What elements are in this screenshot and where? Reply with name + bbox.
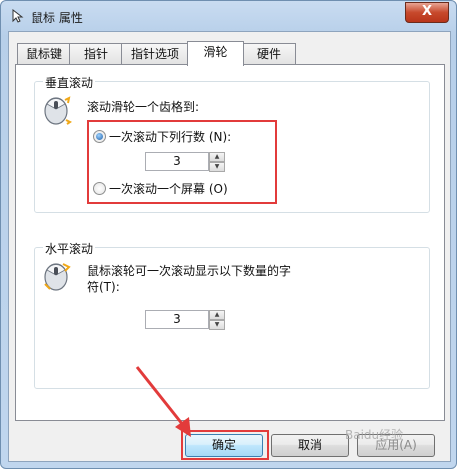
title-bar: 鼠标 属性 X	[1, 1, 456, 33]
mouse-wheel-icon	[44, 96, 72, 125]
horizontal-scroll-group: 水平滚动 鼠标滚轮可一次滚动显示以下数量的字 符(T): 3 ▲ ▼	[34, 240, 430, 389]
mouse-wheel-icon	[44, 263, 71, 291]
spin-down-icon[interactable]: ▼	[209, 162, 225, 172]
spin-up-icon[interactable]: ▲	[209, 152, 225, 162]
radio-scroll-screen-label: 一次滚动一个屏幕 (O)	[109, 182, 228, 196]
vertical-scroll-description: 滚动滑轮一个齿格到:	[87, 100, 200, 114]
close-button[interactable]: X	[405, 2, 449, 23]
tab-wheel[interactable]: 滑轮	[187, 41, 244, 66]
window-title: 鼠标 属性	[31, 11, 83, 25]
tab-pointer-options[interactable]: 指针选项	[121, 43, 189, 64]
tab-mouse-buttons[interactable]: 鼠标键	[17, 43, 71, 64]
vertical-scroll-group: 垂直滚动 滚动滑轮一个齿格到: 一次滚动下列行数 (N): 3 ▲ ▼ 一次滚动…	[34, 74, 430, 213]
wheel-tab-panel: 垂直滚动 滚动滑轮一个齿格到: 一次滚动下列行数 (N): 3 ▲ ▼ 一次滚动…	[15, 64, 445, 421]
dialog-client-area: 鼠标键 指针 指针选项 滑轮 硬件 垂直滚动 滚动滑轮一个齿格到: 一次滚动下列…	[8, 31, 451, 462]
cancel-button[interactable]: 取消	[271, 434, 349, 457]
radio-scroll-screen[interactable]	[93, 182, 106, 195]
vertical-scroll-title: 垂直滚动	[43, 74, 96, 91]
horizontal-scroll-title: 水平滚动	[43, 240, 96, 257]
radio-scroll-lines[interactable]	[93, 130, 106, 143]
watermark: Baidu经验	[345, 428, 404, 442]
chars-value[interactable]: 3	[145, 310, 209, 329]
radio-scroll-lines-label: 一次滚动下列行数 (N):	[109, 130, 232, 144]
mouse-pointer-icon	[12, 9, 24, 23]
horizontal-scroll-description-line1: 鼠标滚轮可一次滚动显示以下数量的字	[87, 264, 292, 278]
lines-value[interactable]: 3	[145, 152, 209, 171]
spin-down-icon[interactable]: ▼	[209, 320, 225, 330]
mouse-properties-window: 鼠标 属性 X 鼠标键 指针 指针选项 滑轮 硬件 垂直滚动 滚动滑轮一个齿格到…	[0, 0, 457, 469]
spin-up-icon[interactable]: ▲	[209, 310, 225, 320]
red-arrow-annotation	[135, 366, 191, 437]
tab-hardware[interactable]: 硬件	[242, 43, 296, 64]
horizontal-scroll-description-line2: 符(T):	[87, 280, 120, 294]
lines-spinner[interactable]: 3 ▲ ▼	[145, 152, 225, 172]
chars-spinner[interactable]: 3 ▲ ▼	[145, 310, 225, 330]
tab-pointers[interactable]: 指针	[69, 43, 123, 64]
